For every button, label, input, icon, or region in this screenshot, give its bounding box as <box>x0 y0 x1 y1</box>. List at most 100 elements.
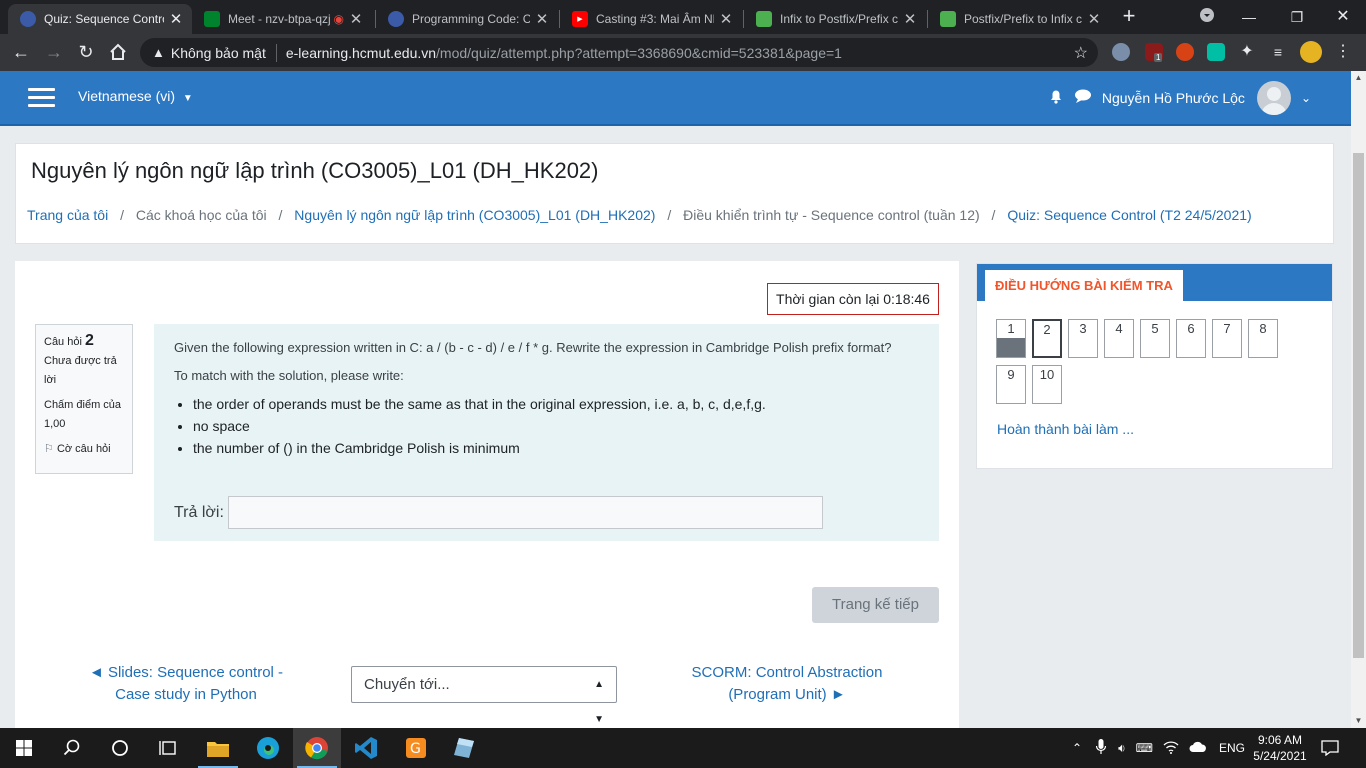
extension-badge: 1 <box>1154 53 1163 62</box>
notes-app-icon[interactable] <box>440 728 488 768</box>
browser-tab-youtube[interactable]: ▶ Casting #3: Mai Âm Nhạc ✕ <box>560 4 742 34</box>
volume-icon[interactable]: 🔉︎ <box>1118 741 1126 756</box>
quiz-nav-button-3[interactable]: 3 <box>1068 319 1098 358</box>
input-language[interactable]: ENG <box>1219 741 1245 755</box>
user-avatar[interactable] <box>1256 81 1291 115</box>
previous-activity-line1[interactable]: ◄ Slides: Sequence control - <box>75 662 297 684</box>
bell-icon[interactable] <box>1048 88 1064 109</box>
notification-center-icon[interactable] <box>1310 728 1350 768</box>
file-explorer-icon[interactable] <box>194 728 242 768</box>
extension-ublock-icon[interactable]: 1 <box>1145 43 1163 62</box>
scroll-up-arrow-icon[interactable]: ▲ <box>1351 71 1366 85</box>
breadcrumb: Trang của tôi / Các khoá học của tôi / N… <box>27 207 1252 223</box>
quiz-nav-button-1[interactable]: 1 <box>996 319 1026 358</box>
scroll-down-arrow-icon[interactable]: ▼ <box>1351 714 1366 728</box>
quiz-nav-button-2[interactable]: 2 <box>1032 319 1062 358</box>
system-clock[interactable]: 9:06 AM 5/24/2021 <box>1252 732 1308 764</box>
back-arrow-icon[interactable]: ← <box>8 39 34 65</box>
wifi-icon[interactable] <box>1163 740 1179 757</box>
warning-triangle-icon[interactable]: ▲ <box>152 45 165 60</box>
browser-tab-postfix-infix[interactable]: Postfix/Prefix to Infix converter ✕ <box>928 4 1110 34</box>
pdf-app-icon[interactable]: G <box>392 728 440 768</box>
user-name[interactable]: Nguyễn Hồ Phước Lộc <box>1102 90 1245 106</box>
flag-label: Cờ câu hỏi <box>56 443 111 455</box>
moodle-favicon-icon <box>388 11 404 27</box>
close-tab-icon[interactable]: ✕ <box>168 10 184 28</box>
question-info: Câu hỏi 2 Chưa được trả lời Chấm điểm củ… <box>35 324 133 474</box>
browser-tab-infix-postfix[interactable]: Infix to Postfix/Prefix converter ✕ <box>744 4 926 34</box>
chat-bubble-icon[interactable] <box>1074 88 1092 109</box>
next-activity-line1[interactable]: SCORM: Control Abstraction <box>687 662 887 684</box>
windows-start-icon[interactable] <box>0 728 48 768</box>
cortana-icon[interactable] <box>96 728 144 768</box>
bookmark-star-icon[interactable]: ☆ <box>1074 43 1088 63</box>
finish-attempt-link[interactable]: Hoàn thành bài làm ... <box>997 421 1134 437</box>
tab-title: Casting #3: Mai Âm Nhạc <box>596 12 714 26</box>
search-icon[interactable] <box>48 728 96 768</box>
hamburger-menu-icon[interactable] <box>28 88 55 108</box>
scrollbar-thumb[interactable] <box>1353 153 1364 658</box>
jump-to-select[interactable]: Chuyển tới... ▲ ▼ <box>351 666 617 725</box>
quiz-nav-number: 4 <box>1115 321 1123 336</box>
onedrive-cloud-icon[interactable] <box>1189 741 1207 756</box>
close-tab-icon[interactable]: ✕ <box>718 10 734 28</box>
extension-green-icon[interactable] <box>1207 43 1225 61</box>
extension-owl-icon[interactable] <box>1112 43 1130 61</box>
quiz-nav-button-7[interactable]: 7 <box>1212 319 1242 358</box>
close-tab-icon[interactable]: ✕ <box>902 10 918 28</box>
next-activity-link[interactable]: SCORM: Control Abstraction (Program Unit… <box>687 662 887 706</box>
reload-icon[interactable]: ↻ <box>73 39 99 65</box>
answer-input[interactable] <box>227 496 823 529</box>
close-tab-icon[interactable]: ✕ <box>1086 10 1102 28</box>
quiz-nav-button-5[interactable]: 5 <box>1140 319 1170 358</box>
previous-activity-line2[interactable]: Case study in Python <box>75 684 297 706</box>
profile-avatar-icon[interactable] <box>1300 41 1322 63</box>
microphone-icon[interactable] <box>1095 738 1107 758</box>
task-view-icon[interactable] <box>144 728 192 768</box>
next-activity-line2[interactable]: (Program Unit) ► <box>687 684 887 706</box>
close-tab-icon[interactable]: ✕ <box>348 10 364 28</box>
tab-title: Programming Code: Convert <box>412 12 530 26</box>
browser-tab-meet[interactable]: Meet - nzv-btpa-qzj ◉ ✕ <box>192 4 372 34</box>
restore-icon[interactable]: ❐ <box>1286 6 1308 28</box>
quiz-nav-button-6[interactable]: 6 <box>1176 319 1206 358</box>
extension-fox-icon[interactable] <box>1176 43 1194 61</box>
browser-menu-icon[interactable]: ⋮ <box>1334 43 1352 61</box>
keyboard-icon[interactable]: ⌨ <box>1136 741 1153 755</box>
breadcrumb-separator: / <box>120 207 124 223</box>
site-navbar: Vietnamese (vi) ▼ Nguyễn Hồ Phước Lộc ⌄ <box>0 71 1351 126</box>
chrome-browser-icon[interactable] <box>293 728 341 768</box>
page-scrollbar[interactable]: ▲ ▼ <box>1351 71 1366 728</box>
vscode-icon[interactable] <box>342 728 390 768</box>
security-label[interactable]: Không bảo mật <box>171 45 266 61</box>
minimize-icon[interactable]: — <box>1238 6 1260 28</box>
quiz-nav-button-4[interactable]: 4 <box>1104 319 1134 358</box>
close-window-icon[interactable]: ✕ <box>1332 6 1354 28</box>
home-icon[interactable] <box>105 39 131 65</box>
browser-tab-programming[interactable]: Programming Code: Convert ✕ <box>376 4 558 34</box>
quiz-nav-button-9[interactable]: 9 <box>996 365 1026 404</box>
quiz-nav-number: 9 <box>1007 367 1015 382</box>
breadcrumb-my-home[interactable]: Trang của tôi <box>27 207 108 223</box>
profile-menu-icon[interactable] <box>1196 6 1218 28</box>
media-control-icon[interactable]: ≡ <box>1269 43 1287 61</box>
address-bar[interactable]: ▲ Không bảo mật e-learning.hcmut.edu.vn … <box>140 38 1098 67</box>
chevron-up-icon[interactable]: ⌃ <box>1072 741 1082 755</box>
recording-icon: ◉ <box>333 12 344 26</box>
close-tab-icon[interactable]: ✕ <box>534 10 550 28</box>
extensions-puzzle-icon[interactable]: ✦ <box>1238 43 1256 61</box>
quiz-nav-button-8[interactable]: 8 <box>1248 319 1278 358</box>
next-page-button[interactable]: Trang kế tiếp <box>812 587 939 623</box>
new-tab-plus-icon[interactable]: + <box>1118 5 1140 28</box>
language-menu[interactable]: Vietnamese (vi) ▼ <box>78 88 193 104</box>
breadcrumb-course[interactable]: Nguyên lý ngôn ngữ lập trình (CO3005)_L0… <box>294 207 655 223</box>
flag-question[interactable]: ⚐ Cờ câu hỏi <box>44 440 124 459</box>
browser-tab-quiz[interactable]: Quiz: Sequence Control ✕ <box>8 4 192 34</box>
chevron-down-icon[interactable]: ⌄ <box>1301 91 1311 105</box>
edge-browser-icon[interactable] <box>244 728 292 768</box>
converter-favicon-icon <box>940 11 956 27</box>
quiz-nav-button-10[interactable]: 10 <box>1032 365 1062 404</box>
forward-arrow-icon[interactable]: → <box>41 39 67 65</box>
previous-activity-link[interactable]: ◄ Slides: Sequence control - Case study … <box>75 662 297 706</box>
breadcrumb-quiz[interactable]: Quiz: Sequence Control (T2 24/5/2021) <box>1007 207 1251 223</box>
